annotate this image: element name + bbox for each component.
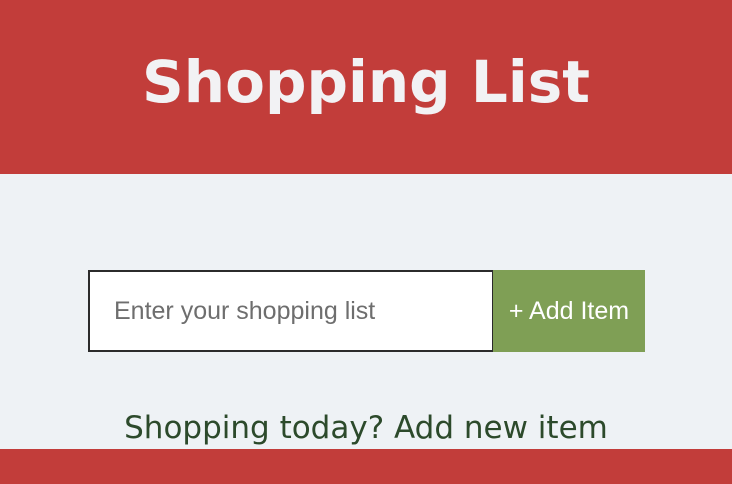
main-content: + Add Item Shopping today? Add new item <box>0 174 732 449</box>
app-header: Shopping List <box>0 0 732 174</box>
empty-list-message: Shopping today? Add new item <box>124 410 608 446</box>
page-title: Shopping List <box>142 48 590 116</box>
shopping-item-input[interactable] <box>88 270 494 352</box>
add-item-button[interactable]: + Add Item <box>493 270 645 352</box>
app-footer <box>0 449 732 484</box>
add-item-form: + Add Item <box>88 270 645 352</box>
